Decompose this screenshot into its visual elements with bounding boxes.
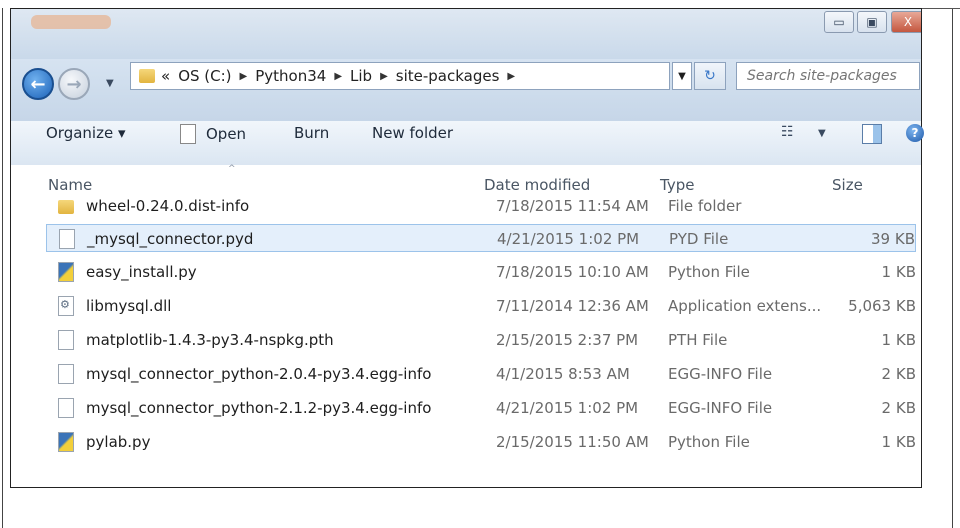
column-header-name[interactable]: Name <box>48 176 92 194</box>
python-file-icon <box>58 432 74 452</box>
folder-icon <box>139 69 155 83</box>
file-row[interactable]: libmysql.dll 7/11/2014 12:36 AM Applicatio… <box>46 292 916 320</box>
forward-button[interactable]: → <box>58 68 90 100</box>
file-row[interactable]: pylab.py 2/15/2015 11:50 AM Python File 1 K… <box>46 428 916 456</box>
file-icon <box>180 124 196 144</box>
breadcrumb-python34[interactable]: Python34 <box>255 67 326 85</box>
file-size: 1 KB <box>881 263 916 281</box>
breadcrumb-separator-icon[interactable]: ▶ <box>507 71 515 82</box>
file-icon <box>58 330 74 350</box>
title-bar: ▭ ▣ X <box>11 9 921 59</box>
search-box[interactable] <box>736 62 920 90</box>
breadcrumb-site-packages[interactable]: site-packages <box>396 67 500 85</box>
file-type: Application extens... <box>668 297 822 315</box>
file-name: mysql_connector_python-2.1.2-py3.4.egg-i… <box>86 399 432 417</box>
breadcrumb-separator-icon[interactable]: ▶ <box>240 71 248 82</box>
file-size: 1 KB <box>881 331 916 349</box>
burn-button[interactable]: Burn <box>294 124 329 142</box>
column-header-size[interactable]: Size <box>832 176 863 194</box>
file-date-modified: 2/15/2015 11:50 AM <box>496 433 649 451</box>
help-icon[interactable]: ? <box>906 124 924 142</box>
recent-pages-dropdown[interactable]: ▼ <box>106 78 114 89</box>
file-name: pylab.py <box>86 433 151 451</box>
file-size: 2 KB <box>881 365 916 383</box>
file-name: libmysql.dll <box>86 297 172 315</box>
file-row[interactable]: _mysql_connector.pyd 4/21/2015 1:02 PM PYD… <box>46 224 916 252</box>
file-name: _mysql_connector.pyd <box>87 230 254 248</box>
breadcrumb-lib[interactable]: Lib <box>350 67 372 85</box>
file-name: wheel-0.24.0.dist-info <box>86 198 250 215</box>
file-icon <box>58 398 74 418</box>
file-type: PYD File <box>669 230 729 248</box>
file-date-modified: 2/15/2015 2:37 PM <box>496 331 639 349</box>
address-dropdown-button[interactable]: ▼ <box>672 62 692 90</box>
file-size: 5,063 KB <box>848 297 916 315</box>
file-list: wheel-0.24.0.dist-info 7/18/2015 11:54 AM… <box>10 198 922 488</box>
file-size: 2 KB <box>881 399 916 417</box>
column-header-date-modified[interactable]: Date modified <box>484 176 590 194</box>
file-date-modified: 7/18/2015 11:54 AM <box>496 198 649 215</box>
maximize-button[interactable]: ▣ <box>857 11 887 33</box>
open-label: Open <box>206 125 247 143</box>
file-date-modified: 7/11/2014 12:36 AM <box>496 297 649 315</box>
file-name: mysql_connector_python-2.0.4-py3.4.egg-i… <box>86 365 432 383</box>
organize-button[interactable]: Organize ▾ <box>46 124 126 142</box>
open-button[interactable]: Open <box>180 124 246 144</box>
refresh-button[interactable]: ↻ <box>694 62 726 90</box>
dll-file-icon <box>58 296 74 316</box>
change-view-icon[interactable]: ☷ <box>781 124 794 140</box>
file-date-modified: 4/1/2015 8:53 AM <box>496 365 630 383</box>
file-name: matplotlib-1.4.3-py3.4-nspkg.pth <box>86 331 334 349</box>
file-name: easy_install.py <box>86 263 197 281</box>
back-button[interactable]: ← <box>22 68 54 100</box>
file-date-modified: 4/21/2015 1:02 PM <box>497 230 640 248</box>
address-bar[interactable]: « OS (C:) ▶ Python34 ▶ Lib ▶ site-packag… <box>130 62 670 90</box>
folder-icon <box>58 200 74 214</box>
file-row[interactable]: mysql_connector_python-2.0.4-py3.4.egg-i… <box>46 360 916 388</box>
breadcrumb-overflow[interactable]: « <box>161 67 170 85</box>
window-title-blur <box>31 15 111 29</box>
file-row[interactable]: wheel-0.24.0.dist-info 7/18/2015 11:54 AM… <box>46 198 916 220</box>
file-type: PTH File <box>668 331 728 349</box>
breadcrumb-separator-icon[interactable]: ▶ <box>380 71 388 82</box>
border-line-top <box>920 8 960 9</box>
file-icon <box>58 364 74 384</box>
sort-ascending-icon: ^ <box>228 164 236 174</box>
minimize-button[interactable]: ▭ <box>824 11 854 33</box>
file-size: 1 KB <box>881 433 916 451</box>
file-type: EGG-INFO File <box>668 365 773 383</box>
view-options-dropdown[interactable]: ▼ <box>818 128 826 139</box>
file-type: EGG-INFO File <box>668 399 773 417</box>
file-type: Python File <box>668 433 750 451</box>
search-input[interactable] <box>745 67 919 85</box>
file-type: Python File <box>668 263 750 281</box>
python-file-icon <box>58 262 74 282</box>
column-header-type[interactable]: Type <box>660 176 694 194</box>
breadcrumb-separator-icon[interactable]: ▶ <box>334 71 342 82</box>
file-row[interactable]: mysql_connector_python-2.1.2-py3.4.egg-i… <box>46 394 916 422</box>
file-date-modified: 4/21/2015 1:02 PM <box>496 399 639 417</box>
new-folder-button[interactable]: New folder <box>372 124 453 142</box>
border-line-left <box>2 8 3 528</box>
border-line-right <box>952 8 953 528</box>
file-type: File folder <box>668 198 742 215</box>
file-icon <box>59 229 75 249</box>
breadcrumb-os-drive[interactable]: OS (C:) <box>178 67 231 85</box>
preview-pane-icon[interactable] <box>862 124 882 144</box>
close-button[interactable]: X <box>891 11 921 33</box>
file-size: 39 KB <box>871 230 915 248</box>
file-date-modified: 7/18/2015 10:10 AM <box>496 263 649 281</box>
file-row[interactable]: matplotlib-1.4.3-py3.4-nspkg.pth 2/15/201… <box>46 326 916 354</box>
file-row[interactable]: easy_install.py 7/18/2015 10:10 AM Python … <box>46 258 916 286</box>
